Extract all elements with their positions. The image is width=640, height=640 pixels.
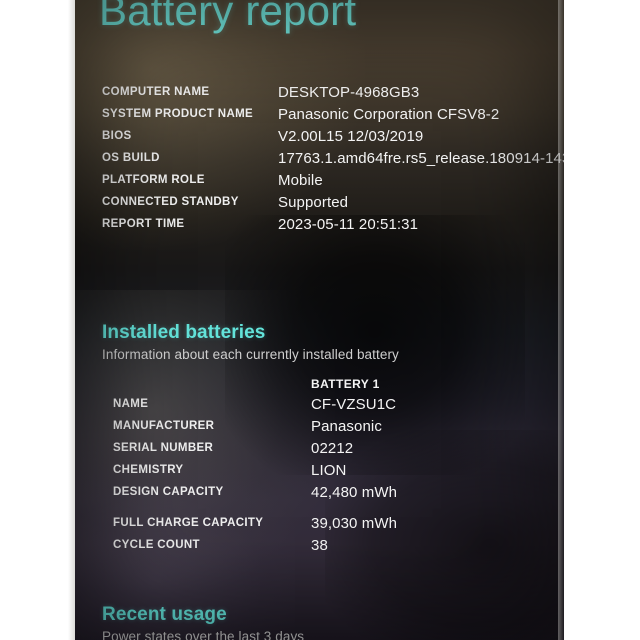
row-label: MANUFACTURER xyxy=(113,420,215,432)
page-title: Battery report xyxy=(99,0,357,34)
section-subtitle-recent-usage: Power states over the last 3 days xyxy=(102,629,305,640)
row-label: COMPUTER NAME xyxy=(102,86,210,98)
photo-edge-left xyxy=(0,0,75,640)
battery-details-table: BATTERY 1 NAME CF-VZSU1C MANUFACTURER Pa… xyxy=(75,376,540,561)
table-row: COMPUTER NAME DESKTOP-4968GB3 xyxy=(75,84,540,108)
row-label: DESIGN CAPACITY xyxy=(113,486,224,498)
row-label: OS BUILD xyxy=(102,152,160,164)
row-value: 02212 xyxy=(311,440,354,457)
table-row: MANUFACTURER Panasonic xyxy=(75,418,540,442)
recent-usage-section: Recent usage Power states over the last … xyxy=(75,604,540,640)
table-row: SYSTEM PRODUCT NAME Panasonic Corporatio… xyxy=(75,106,540,130)
row-value: CF-VZSU1C xyxy=(311,396,397,413)
row-value: 39,030 mWh xyxy=(311,515,398,532)
table-row: BIOS V2.00L15 12/03/2019 xyxy=(75,128,540,152)
table-row: DESIGN CAPACITY 42,480 mWh xyxy=(75,484,540,508)
column-header-battery-1: BATTERY 1 xyxy=(311,377,380,391)
table-header-row: BATTERY 1 xyxy=(75,376,540,398)
row-label: FULL CHARGE CAPACITY xyxy=(113,517,264,529)
section-title-recent-usage: Recent usage xyxy=(102,604,227,625)
photo-edge-right xyxy=(564,0,640,640)
table-row: SERIAL NUMBER 02212 xyxy=(75,440,540,464)
row-label: CHEMISTRY xyxy=(113,464,184,476)
row-value: Panasonic Corporation CFSV8-2 xyxy=(278,106,500,123)
table-spacer xyxy=(75,508,540,517)
row-label: CYCLE COUNT xyxy=(113,539,200,551)
section-title-installed-batteries: Installed batteries xyxy=(102,322,266,343)
table-row: CHEMISTRY LION xyxy=(75,462,540,486)
row-value: Panasonic xyxy=(311,418,382,435)
section-subtitle-installed-batteries: Information about each currently install… xyxy=(102,347,399,362)
table-row: CYCLE COUNT 38 xyxy=(75,537,540,561)
table-row: CONNECTED STANDBY Supported xyxy=(75,194,540,218)
row-value: Supported xyxy=(278,194,349,211)
row-value: 17763.1.amd64fre.rs5_release.180914-1434 xyxy=(278,150,564,167)
report-content: Battery report COMPUTER NAME DESKTOP-496… xyxy=(75,0,564,640)
battery-report-screenshot: Battery report COMPUTER NAME DESKTOP-496… xyxy=(0,0,640,640)
table-row: OS BUILD 17763.1.amd64fre.rs5_release.18… xyxy=(75,150,564,174)
row-label: SERIAL NUMBER xyxy=(113,442,214,454)
system-info-table: COMPUTER NAME DESKTOP-4968GB3 SYSTEM PRO… xyxy=(75,84,564,240)
row-label: BIOS xyxy=(102,130,132,142)
table-row: REPORT TIME 2023-05-11 20:51:31 xyxy=(75,216,540,240)
row-value: Mobile xyxy=(278,172,323,189)
row-label: CONNECTED STANDBY xyxy=(102,196,239,208)
row-value: 2023-05-11 20:51:31 xyxy=(278,216,419,233)
row-value: DESKTOP-4968GB3 xyxy=(278,84,420,101)
table-row: NAME CF-VZSU1C xyxy=(75,396,540,420)
table-row: FULL CHARGE CAPACITY 39,030 mWh xyxy=(75,515,540,539)
row-value: V2.00L15 12/03/2019 xyxy=(278,128,424,145)
table-row: PLATFORM ROLE Mobile xyxy=(75,172,540,196)
row-label: PLATFORM ROLE xyxy=(102,174,205,186)
row-value: 42,480 mWh xyxy=(311,484,398,501)
installed-batteries-section: Installed batteries Information about ea… xyxy=(75,322,540,362)
row-label: REPORT TIME xyxy=(102,218,185,230)
laptop-screen-panel: Battery report COMPUTER NAME DESKTOP-496… xyxy=(75,0,564,640)
row-label: SYSTEM PRODUCT NAME xyxy=(102,108,254,120)
row-value: 38 xyxy=(311,537,328,554)
row-label: NAME xyxy=(113,398,149,410)
row-value: LION xyxy=(311,462,347,479)
